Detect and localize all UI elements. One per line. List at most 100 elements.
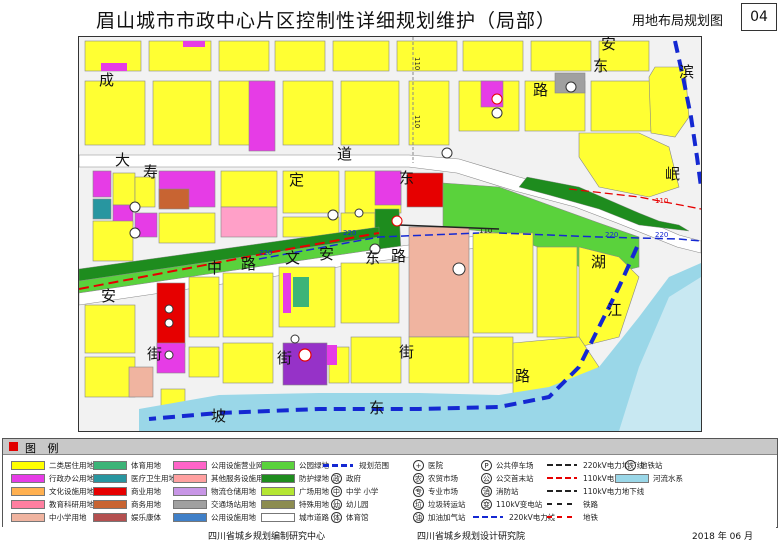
legend-header: 图 例 xyxy=(3,439,777,455)
legend-label: 商业用地 xyxy=(131,487,161,496)
svg-text:岷: 岷 xyxy=(665,165,680,183)
svg-text:安: 安 xyxy=(601,37,616,53)
legend-swatch xyxy=(93,513,127,522)
legend-symbol-item: 政政府 xyxy=(321,472,361,485)
legend-marker-icon xyxy=(9,442,18,451)
line-symbol-icon xyxy=(545,487,579,496)
svg-text:220: 220 xyxy=(605,231,618,239)
facility-symbol-icon: 消 xyxy=(481,486,492,497)
svg-text:东: 东 xyxy=(369,399,384,417)
map-title: 眉山城市市政中心片区控制性详细规划维护（局部） xyxy=(96,10,557,32)
legend-label: 医院 xyxy=(428,461,443,470)
facility-symbol-icon: 公 xyxy=(481,473,492,484)
line-symbol-icon xyxy=(545,513,579,522)
legend-item: 特殊用地 xyxy=(261,498,329,511)
legend-symbol-item: 中中学 小学 xyxy=(321,485,378,498)
legend-item: 其他服务设施用地 xyxy=(173,472,271,485)
legend-symbol-item: 幼幼儿园 xyxy=(321,498,369,511)
legend-label: 规划范围 xyxy=(359,461,389,470)
footer-org-left: 四川省城乡规划编制研究中心 xyxy=(208,532,326,542)
facility-symbol-icon: + xyxy=(413,460,424,471)
footer: 四川省城乡规划编制研究中心 四川省城乡规划设计研究院 2018 年 06 月 xyxy=(2,527,776,542)
legend-item: 体育用地 xyxy=(93,459,161,472)
svg-text:110: 110 xyxy=(479,227,492,235)
legend-label: 中学 小学 xyxy=(346,487,379,496)
legend-label: 消防站 xyxy=(496,487,519,496)
legend-item: 商业用地 xyxy=(93,485,161,498)
legend-item: 中小学用地 xyxy=(11,511,87,524)
facility-symbol-icon: 政 xyxy=(331,473,342,484)
legend-symbol-item: 专专业市场 xyxy=(403,485,458,498)
legend-label: 物流仓储用地 xyxy=(211,487,256,496)
svg-text:道: 道 xyxy=(337,145,352,163)
legend-swatch xyxy=(173,461,207,470)
legend-symbol-item: 220kV电力线 xyxy=(471,511,555,524)
legend-swatch xyxy=(173,500,207,509)
legend-label: 加油加气站 xyxy=(428,513,466,522)
legend-swatch xyxy=(261,474,295,483)
legend-item: 防护绿地 xyxy=(261,472,329,485)
line-symbol-icon xyxy=(321,461,355,470)
land-use-map[interactable]: 成 大 道 定 寿 安 东 滨 路 东 岷 湖 江 中 路 文 安 东 路 安 … xyxy=(78,36,702,432)
legend-swatch xyxy=(173,513,207,522)
legend-swatch xyxy=(261,500,295,509)
facility-symbol-icon: 变 xyxy=(481,499,492,510)
legend-swatch xyxy=(93,474,127,483)
legend-symbol-item: 铁路 xyxy=(545,498,598,511)
legend-symbol-item: 铁地铁站 xyxy=(615,459,663,472)
legend-label: 文化设施用地 xyxy=(49,487,94,496)
legend-item: 行政办公用地 xyxy=(11,472,94,485)
svg-text:110: 110 xyxy=(655,197,668,205)
svg-text:街: 街 xyxy=(399,343,414,361)
map-legend: 图 例 二类居住用地 行政办公用地 文化设施用地 教育科研用地 中小学用地 体育用地 医疗卫… xyxy=(2,438,778,528)
legend-label: 娱乐康体 xyxy=(131,513,161,522)
svg-text:东: 东 xyxy=(593,57,608,75)
legend-symbol-item: 地铁 xyxy=(545,511,598,524)
svg-text:寿: 寿 xyxy=(143,163,158,181)
svg-text:路: 路 xyxy=(533,81,548,99)
legend-swatch xyxy=(93,500,127,509)
legend-swatch xyxy=(11,461,45,470)
legend-label: 垃圾转运站 xyxy=(428,500,466,509)
legend-label: 公交首末站 xyxy=(496,474,534,483)
legend-label: 110kV电力地下线 xyxy=(583,487,645,496)
facility-symbol-icon: 铁 xyxy=(625,460,636,471)
legend-symbol-item: 油加油加气站 xyxy=(403,511,466,524)
legend-swatch xyxy=(93,487,127,496)
footer-org-middle: 四川省城乡规划设计研究院 xyxy=(417,532,526,542)
legend-swatch xyxy=(261,487,295,496)
residential-blocks-top xyxy=(84,40,650,72)
svg-text:湖: 湖 xyxy=(591,253,606,271)
legend-label: 河流水系 xyxy=(653,474,683,483)
legend-swatch xyxy=(261,461,295,470)
legend-item: 公用设施用地 xyxy=(173,511,256,524)
svg-text:滨: 滨 xyxy=(679,63,694,81)
legend-label: 中小学用地 xyxy=(49,513,87,522)
facility-symbol-icon: 专 xyxy=(413,486,424,497)
svg-text:成: 成 xyxy=(99,71,114,89)
svg-text:东: 东 xyxy=(365,249,380,267)
legend-symbol-item: 体体育馆 xyxy=(321,511,369,524)
sheet-number: 04 xyxy=(741,3,777,31)
legend-swatch xyxy=(11,487,45,496)
legend-item: 广场用地 xyxy=(261,485,329,498)
legend-item: 物流仓储用地 xyxy=(173,485,256,498)
svg-text:大: 大 xyxy=(115,151,130,169)
legend-label: 教育科研用地 xyxy=(49,500,94,509)
line-symbol-icon xyxy=(545,500,579,509)
legend-label: 二类居住用地 xyxy=(49,461,94,470)
line-symbol-icon xyxy=(545,474,579,483)
svg-text:中: 中 xyxy=(207,259,222,277)
svg-text:文: 文 xyxy=(285,249,300,267)
svg-text:110: 110 xyxy=(413,115,421,128)
svg-text:路: 路 xyxy=(391,247,406,265)
legend-symbol-item: 公公交首末站 xyxy=(471,472,534,485)
legend-symbol-item: 垃垃圾转运站 xyxy=(403,498,466,511)
svg-text:220: 220 xyxy=(259,249,272,257)
legend-label: 行政办公用地 xyxy=(49,474,94,483)
legend-item: 教育科研用地 xyxy=(11,498,94,511)
legend-label: 公用设施用地 xyxy=(211,513,256,522)
line-symbol-icon xyxy=(471,513,505,522)
legend-swatch xyxy=(173,487,207,496)
legend-label: 公共停车场 xyxy=(496,461,534,470)
